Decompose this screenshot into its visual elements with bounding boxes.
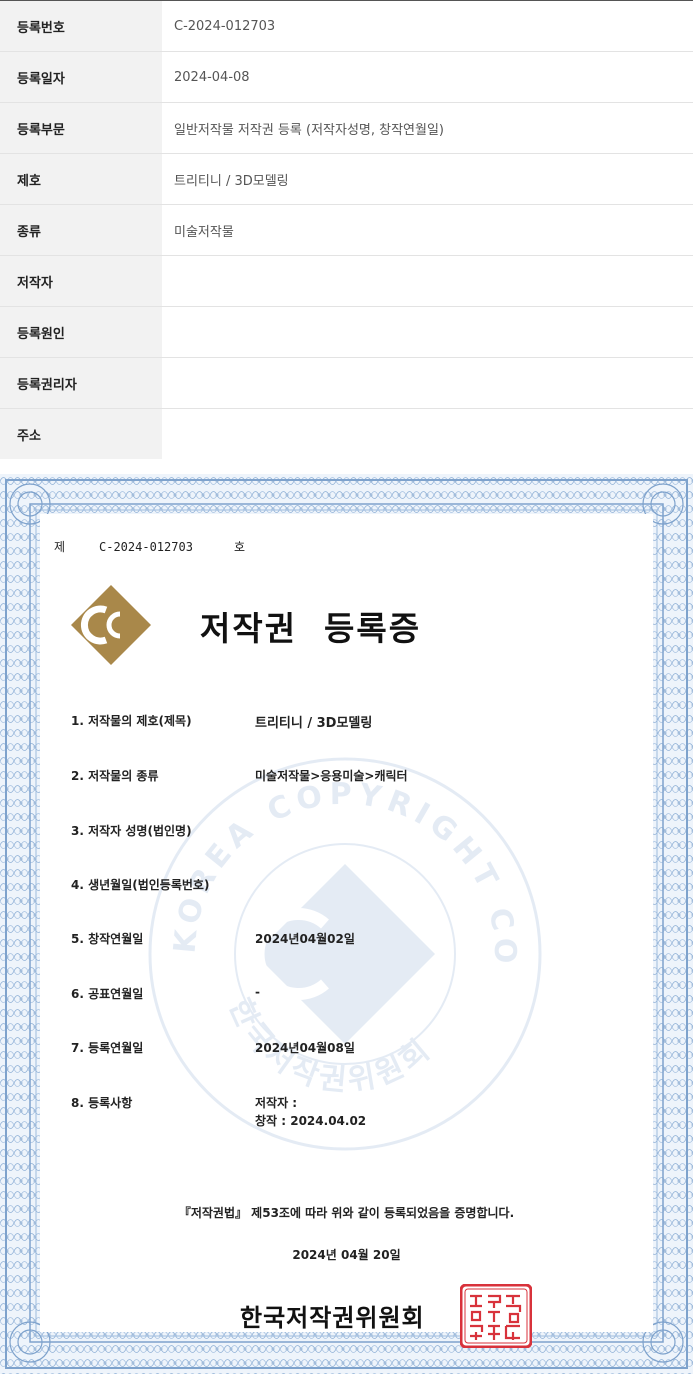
cert-item-label: 1. 저작물의 제호(제목)	[71, 714, 192, 728]
info-value	[162, 307, 693, 357]
info-value	[162, 409, 693, 459]
registration-info-table: 등록번호 C-2024-012703 등록일자 2024-04-08 등록부문 일반저…	[0, 0, 693, 459]
info-row: 종류 미술저작물	[0, 205, 693, 256]
cert-no-value: C-2024-012703	[99, 540, 193, 554]
info-row: 등록권리자	[0, 358, 693, 409]
info-label: 저작자	[0, 256, 162, 306]
info-row: 등록원인	[0, 307, 693, 358]
official-seal	[460, 1284, 532, 1348]
info-row: 주소	[0, 409, 693, 459]
cert-item-label: 8. 등록사항	[71, 1096, 133, 1110]
cert-item-value: 저작자 :	[255, 1096, 298, 1110]
info-label: 종류	[0, 205, 162, 255]
issue-date: 2024년 04월 20일	[292, 1248, 401, 1262]
cert-item-value: -	[255, 985, 260, 999]
info-label: 제호	[0, 154, 162, 204]
cert-item-label: 4. 생년월일(법인등록번호)	[71, 878, 210, 892]
info-value	[162, 256, 693, 306]
issuing-organization: 한국저작권위원회	[240, 1303, 425, 1332]
certificate-number: 제 C-2024-012703 호	[54, 538, 245, 555]
cert-item-label: 6. 공표연월일	[71, 987, 144, 1001]
cert-item-label: 5. 창작연월일	[71, 932, 144, 946]
info-value: C-2024-012703	[174, 18, 276, 34]
info-label: 등록권리자	[0, 358, 162, 408]
info-value	[162, 358, 693, 408]
info-label: 등록부문	[0, 103, 162, 153]
cert-item-label: 2. 저작물의 종류	[71, 769, 159, 783]
commission-logo-icon	[71, 585, 151, 665]
info-value: 2024-04-08	[174, 69, 250, 85]
cert-item-value: 2024년04월02일	[255, 932, 355, 946]
cert-item-value: 트리티니 / 3D모델링	[255, 716, 373, 731]
info-row: 등록일자 2024-04-08	[0, 52, 693, 103]
copyright-certificate: KOREA COPYRIGHT COMMISSION 한국저작권위원회 제C-2…	[0, 474, 693, 1374]
info-value: 일반저작물 저작권 등록 (저작자성명, 창작연월일)	[174, 122, 445, 138]
info-row: 등록부문 일반저작물 저작권 등록 (저작자성명, 창작연월일)	[0, 103, 693, 154]
cert-item-value: 2024년04월08일	[255, 1041, 355, 1055]
info-row: 등록번호 C-2024-012703	[0, 1, 693, 52]
info-label: 주소	[0, 409, 162, 459]
cert-item-label: 3. 저작자 성명(법인명)	[71, 824, 192, 838]
cert-item-value-2: 창작 : 2024.04.02	[255, 1114, 367, 1128]
info-label: 등록원인	[0, 307, 162, 357]
info-value: 미술저작물	[174, 224, 234, 240]
info-label: 등록번호	[0, 1, 162, 51]
info-row: 저작자	[0, 256, 693, 307]
info-value: 트리티니 / 3D모델링	[174, 173, 289, 189]
cert-no-prefix: 제	[54, 540, 66, 554]
cert-no-suffix: 호	[234, 540, 246, 554]
certificate-title: 저작권 등록증	[200, 609, 422, 648]
cert-item-value: 미술저작물>응용미술>캐릭터	[255, 769, 408, 783]
proof-statement: 『저작권법』 제53조에 따라 위와 같이 등록되었음을 증명합니다.	[178, 1206, 515, 1220]
info-label: 등록일자	[0, 52, 162, 102]
info-row: 제호 트리티니 / 3D모델링	[0, 154, 693, 205]
certificate-body: KOREA COPYRIGHT COMMISSION 한국저작권위원회 제C-2…	[40, 514, 653, 1348]
cert-item-label: 7. 등록연월일	[71, 1041, 144, 1055]
